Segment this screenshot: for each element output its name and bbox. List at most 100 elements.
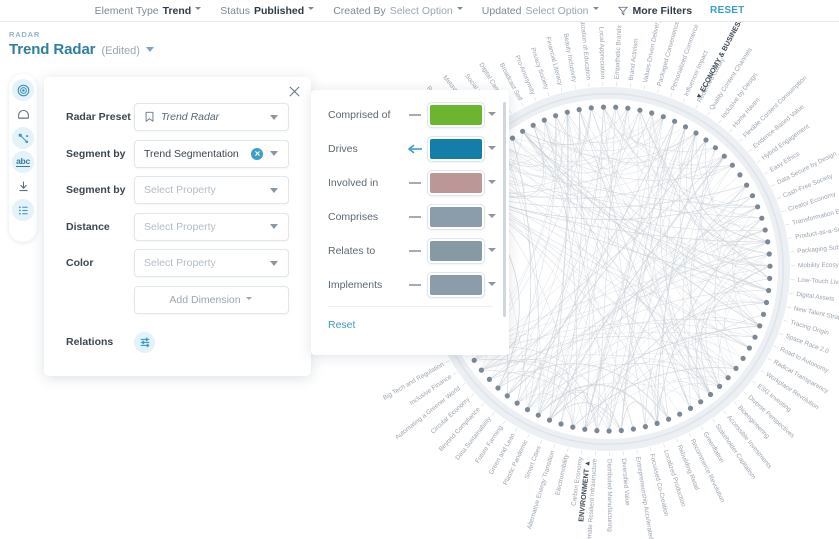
filter-status[interactable]: Status Published (220, 5, 315, 17)
sidebar-item-relations[interactable] (12, 127, 34, 149)
chevron-down-icon[interactable] (484, 245, 498, 257)
relation-row: Comprises (328, 204, 501, 229)
chevron-down-icon[interactable] (484, 143, 498, 155)
radar-node-label[interactable]: Democratization of Education (576, 18, 592, 81)
radar-node-label[interactable]: Data Sustainability (454, 415, 493, 461)
radar-node-label[interactable]: Recommerce Revolution (689, 438, 726, 504)
close-x-icon (289, 86, 300, 97)
chevron-down-icon (269, 258, 280, 269)
line-icon[interactable] (402, 246, 428, 256)
relation-color-swatch[interactable] (428, 136, 484, 161)
radar-node-label[interactable]: Brand Activism (628, 38, 640, 81)
more-filters-label: More Filters (632, 4, 693, 17)
radar-node-label[interactable]: Packaging Substitutes (797, 242, 839, 255)
radar-node-label[interactable]: Hybrid Engagement (761, 123, 811, 162)
chevron-down-icon (592, 7, 600, 14)
segment-by-value-1: Trend Segmentation (144, 147, 239, 160)
radar-node-label[interactable]: Beauty Inclusivity (562, 33, 578, 84)
radar-node-label[interactable]: Distributed Manufacturing (606, 459, 614, 532)
field-label: Segment by (66, 147, 126, 160)
relation-row: Implements (328, 272, 501, 297)
chevron-down-icon[interactable] (484, 211, 498, 223)
sidebar-item-abc[interactable]: abc (12, 151, 34, 173)
breadcrumb-kicker: RADAR (9, 30, 41, 39)
radar-settings-card: Radar Preset Trend Radar Segment by Tren… (44, 77, 311, 376)
chevron-down-icon[interactable] (484, 109, 498, 121)
radar-node-label[interactable]: Entrepreneurship Accelerated (634, 456, 654, 539)
filter-updated[interactable]: Updated Select Option (482, 5, 600, 17)
add-dimension-button[interactable]: Add Dimension (134, 285, 289, 314)
line-icon[interactable] (402, 212, 428, 222)
filter-element-type-label: Element Type (94, 4, 159, 17)
filter-element-type-value: Trend (162, 4, 192, 17)
sidebar-item-list[interactable] (12, 199, 34, 221)
close-icon[interactable] (288, 85, 301, 98)
chevron-down-icon[interactable] (484, 279, 498, 291)
radar-node-label[interactable]: Low-Touch Living (797, 277, 839, 287)
distance-select[interactable]: Select Property (134, 212, 289, 241)
clear-selection-icon[interactable] (251, 147, 263, 160)
page-header: RADAR Trend Radar (Edited) (9, 30, 155, 58)
more-filters-button[interactable]: More Filters (617, 4, 693, 17)
relations-row: Relations (66, 331, 289, 353)
relation-color-swatch[interactable] (428, 238, 484, 263)
chevron-down-icon (245, 296, 254, 304)
field-label: Segment by (66, 184, 126, 196)
color-select[interactable]: Select Property (134, 249, 289, 277)
reset-filters-button[interactable]: RESET (710, 5, 744, 16)
radar-node-label[interactable]: Digital Assets (796, 291, 835, 303)
radar-node-label[interactable]: Tracing Origin (789, 319, 830, 337)
relation-row: Comprised of (328, 102, 501, 127)
radar-node-label[interactable]: Electromobility (554, 453, 570, 496)
relation-name: Implements (328, 278, 383, 291)
chevron-down-icon (269, 148, 280, 159)
radar-node-label[interactable]: Smart Cities (524, 445, 543, 480)
line-icon[interactable] (402, 280, 428, 290)
chevron-down-icon[interactable] (145, 45, 155, 54)
radar-settings-form: Radar Preset Trend Radar Segment by Tren… (44, 77, 311, 353)
radar-node-label[interactable]: Empathetic Brands (614, 25, 624, 79)
field-segment-by-2: Segment by Select Property (66, 176, 289, 204)
relation-row: Involved in (328, 170, 501, 195)
relations-list: Comprised of Drives Involved in Comprises Re… (328, 102, 501, 297)
field-color: Color Select Property (66, 249, 289, 277)
color-value: Select Property (144, 257, 216, 269)
chevron-down-icon (308, 7, 315, 14)
segment-by-select-2[interactable]: Select Property (134, 176, 289, 204)
segment-by-value-2: Select Property (144, 184, 216, 196)
relation-name: Involved in (328, 176, 379, 189)
chevron-down-icon[interactable] (484, 177, 498, 189)
sidebar-item-download[interactable] (12, 175, 34, 197)
arrow-left-icon[interactable] (402, 144, 428, 154)
line-icon[interactable] (402, 178, 428, 188)
filter-element-type[interactable]: Element Type Trend (95, 5, 203, 17)
sidebar-item-radar[interactable] (12, 79, 34, 101)
segment-by-select-1[interactable]: Trend Segmentation (134, 139, 289, 168)
relations-reset-button[interactable]: Reset (328, 319, 501, 331)
scrollbar-thumb[interactable] (503, 102, 506, 317)
relation-color-swatch[interactable] (428, 204, 484, 229)
title-row[interactable]: Trend Radar (Edited) (9, 41, 155, 58)
radar-node-label[interactable]: Workplace Revolution (764, 371, 820, 411)
radar-preset-select[interactable]: Trend Radar (134, 103, 289, 131)
line-icon[interactable] (402, 110, 428, 120)
relations-settings-button[interactable] (134, 331, 155, 353)
list-icon (18, 205, 28, 215)
radar-node-label[interactable]: Local Appreciation (598, 27, 606, 80)
radar-node-label[interactable]: Product-as-a-Service (795, 224, 839, 241)
filter-updated-label: Updated (481, 4, 522, 17)
relation-color-swatch[interactable] (428, 272, 484, 297)
relation-color-swatch[interactable] (428, 170, 484, 195)
filter-status-value: Published (254, 4, 305, 17)
radar-node-label[interactable]: Mobility Ecosystems (798, 261, 839, 269)
relation-color-swatch[interactable] (428, 102, 484, 127)
sidebar-item-workspace[interactable] (12, 103, 34, 125)
filter-created-by-label: Created By (333, 4, 386, 17)
field-label: Distance (66, 220, 110, 233)
relations-label: Relations (66, 336, 114, 348)
filter-created-by[interactable]: Created By Select Option (333, 5, 464, 17)
radar-node-label[interactable]: Diversified Value (620, 458, 631, 506)
distance-value: Select Property (144, 220, 216, 233)
filter-created-by-value: Select Option (389, 4, 453, 17)
